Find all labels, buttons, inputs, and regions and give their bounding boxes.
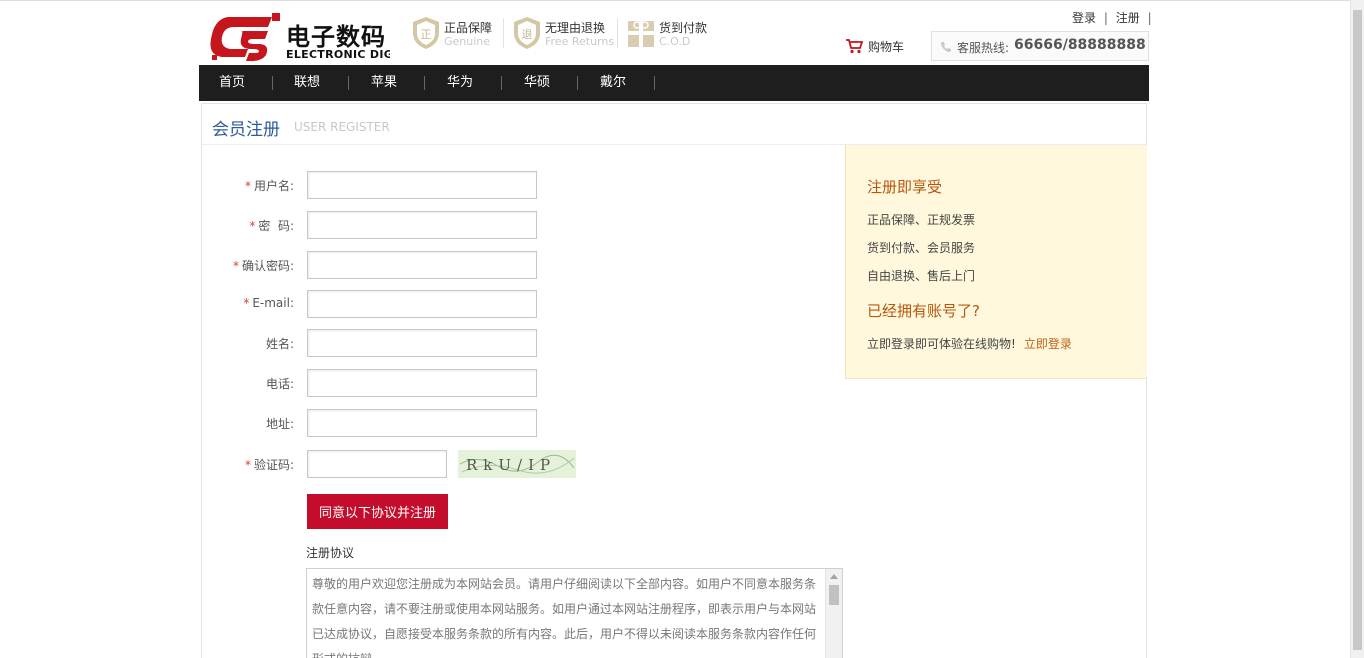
name-input[interactable] <box>307 329 537 357</box>
nav-item-lenovo[interactable]: 联想 <box>294 65 320 101</box>
login-link[interactable]: 登录 <box>1072 9 1096 26</box>
svg-text:正: 正 <box>421 28 432 41</box>
hotline-label: 客服热线: <box>957 41 1010 55</box>
captcha-text: RkU/IP <box>466 456 556 474</box>
nav-item-apple[interactable]: 苹果 <box>371 65 397 101</box>
link-separator: | <box>1103 11 1108 25</box>
register-link[interactable]: 注册 <box>1116 9 1140 26</box>
form-row-address: 地址: <box>202 409 639 437</box>
form-row-name: 姓名: <box>202 329 639 357</box>
site-logo[interactable]: 电子数码 ELECTRONIC DIGITAL <box>208 11 390 63</box>
phone-icon <box>941 42 951 52</box>
logo-mark-icon <box>210 13 280 61</box>
page-scrollbar-thumb[interactable] <box>1353 10 1362 650</box>
required-mark: * <box>243 296 250 310</box>
guarantee-subtitle: C.O.D <box>659 35 691 48</box>
benefit-item: 正品保障、正规发票 <box>867 213 976 227</box>
login-prompt: 立即登录即可体验在线购物! 立即登录 <box>867 337 1072 351</box>
register-panel: 会员注册 USER REGISTER * 用户名: * 密 码: * 确认密码: * E… <box>201 103 1147 658</box>
guarantee-title: 无理由退换 <box>545 21 606 35</box>
side-login-link[interactable]: 立即登录 <box>1024 337 1072 351</box>
agreement-box[interactable]: 尊敬的用户欢迎您注册成为本网站会员。请用户仔细阅读以下全部内容。如用户不同意本服… <box>306 568 843 658</box>
form-row-confirm-password: * 确认密码: <box>202 251 639 279</box>
password-input[interactable] <box>307 211 537 239</box>
hotline-box: 客服热线: 66666/88888888 <box>931 31 1149 61</box>
guarantee-subtitle: Free Returns <box>545 35 615 48</box>
agreement-text: 尊敬的用户欢迎您注册成为本网站会员。请用户仔细阅读以下全部内容。如用户不同意本服… <box>312 577 817 658</box>
cart-icon <box>846 39 863 54</box>
benefits-panel: 注册即享受 正品保障、正规发票 货到付款、会员服务 自由退换、售后上门 已经拥有… <box>845 145 1147 379</box>
benefit-item: 货到付款、会员服务 <box>867 241 976 255</box>
captcha-noise: RkU/IP <box>459 454 575 474</box>
required-mark: * <box>244 458 251 472</box>
guarantee-subtitle: Genuine <box>444 35 491 48</box>
page-title-en: USER REGISTER <box>294 120 390 134</box>
field-label: * 验证码: <box>244 458 294 472</box>
page-title: 会员注册 <box>212 120 280 140</box>
nav-divider <box>577 76 578 90</box>
link-separator: | <box>1147 11 1152 25</box>
confirm-password-input[interactable] <box>307 251 537 279</box>
form-row-username: * 用户名: <box>202 171 639 199</box>
page: 电子数码 ELECTRONIC DIGITAL 正 正品保障 Genuine 退… <box>0 0 1364 658</box>
agreement-title: 注册协议 <box>306 546 355 560</box>
field-label: * E-mail: <box>243 296 294 310</box>
svg-text:退: 退 <box>522 28 533 41</box>
existing-account-heading: 已经拥有账号了? <box>867 302 980 320</box>
captcha-input[interactable] <box>307 450 447 478</box>
register-submit-button[interactable]: 同意以下协议并注册 <box>307 494 448 529</box>
nav-divider <box>348 76 349 90</box>
nav-item-asus[interactable]: 华硕 <box>524 65 550 101</box>
nav-divider <box>501 76 502 90</box>
main-nav: 首页 联想 苹果 华为 华硕 戴尔 <box>199 65 1149 101</box>
logo-subtext: ELECTRONIC DIGITAL <box>286 48 390 61</box>
cart-label: 购物车 <box>868 40 905 54</box>
field-label: * 确认密码: <box>232 259 294 273</box>
nav-item-huawei[interactable]: 华为 <box>447 65 473 101</box>
username-input[interactable] <box>307 171 537 199</box>
page-scrollbar[interactable] <box>1350 0 1364 658</box>
email-input[interactable] <box>307 290 537 318</box>
field-label: * 用户名: <box>244 179 294 193</box>
captcha-image[interactable]: RkU/IP <box>458 450 576 478</box>
gift-icon <box>628 21 654 47</box>
agreement-scrollbar[interactable] <box>825 569 842 658</box>
required-mark: * <box>232 259 239 273</box>
field-label: * 密 码: <box>249 219 294 233</box>
nav-divider <box>424 76 425 90</box>
hotline-number: 66666/88888888 <box>1014 37 1146 53</box>
nav-item-dell[interactable]: 戴尔 <box>600 65 626 101</box>
form-row-phone: 电话: <box>202 369 639 397</box>
scroll-up-icon[interactable] <box>830 574 838 579</box>
logo-text: 电子数码 <box>286 23 386 51</box>
nav-item-home[interactable]: 首页 <box>219 65 245 101</box>
panel-header: 会员注册 USER REGISTER <box>202 104 1146 145</box>
field-label: 地址: <box>265 417 294 431</box>
guarantee-divider <box>503 18 504 48</box>
guarantee-title: 货到付款 <box>659 21 708 35</box>
scrollbar-thumb[interactable] <box>829 585 839 605</box>
top-links: 登录 | 注册 | <box>1072 9 1156 26</box>
benefits-heading: 注册即享受 <box>867 178 943 196</box>
form-row-email: * E-mail: <box>202 290 639 318</box>
required-mark: * <box>244 179 251 193</box>
address-input[interactable] <box>307 409 537 437</box>
return-icon: 退 <box>514 17 540 49</box>
required-mark: * <box>249 219 256 233</box>
top-border <box>0 0 1350 1</box>
nav-divider <box>654 76 655 90</box>
guarantee-title: 正品保障 <box>444 21 493 35</box>
benefit-item: 自由退换、售后上门 <box>867 269 976 283</box>
form-row-password: * 密 码: <box>202 211 639 239</box>
nav-divider <box>272 76 273 90</box>
shield-icon: 正 <box>413 17 439 49</box>
field-label: 电话: <box>265 377 294 391</box>
phone-input[interactable] <box>307 369 537 397</box>
field-label: 姓名: <box>265 337 294 351</box>
guarantee-divider <box>617 18 618 48</box>
